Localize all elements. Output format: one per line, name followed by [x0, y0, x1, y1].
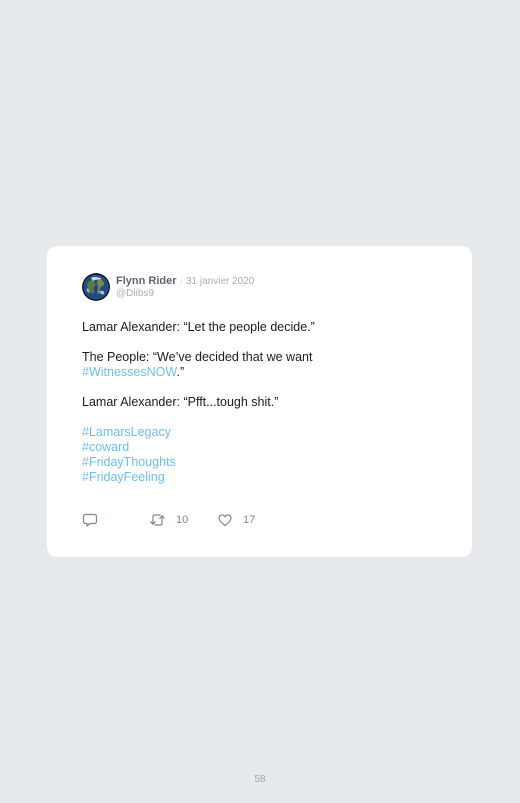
author-line: Flynn Rider · 31 janvier 2020: [116, 275, 254, 288]
reply-icon: [82, 513, 98, 527]
tweet-card: Flynn Rider · 31 janvier 2020 @Diibs9 La…: [47, 246, 472, 557]
hashtag-link[interactable]: #WitnessesNOW: [82, 365, 176, 379]
retweet-count: 10: [176, 514, 189, 526]
heart-icon: [218, 514, 232, 527]
tweet-text: Lamar Alexander: “Let the people decide.…: [82, 320, 442, 485]
hashtag-link[interactable]: #FridayFeeling: [82, 470, 165, 484]
tweet-line-suffix: .”: [176, 365, 185, 379]
avatar[interactable]: [82, 273, 110, 301]
tweet-date[interactable]: 31 janvier 2020: [186, 276, 254, 287]
hashtag-link[interactable]: #FridayThoughts: [82, 455, 176, 469]
author-handle[interactable]: @Diibs9: [116, 288, 154, 300]
retweet-icon: [150, 514, 165, 526]
reply-button[interactable]: [82, 512, 98, 528]
earth-avatar-icon: [82, 273, 110, 301]
like-button[interactable]: 17: [217, 512, 255, 528]
tweet-line: Lamar Alexander: “Pfft...tough shit.”: [82, 395, 279, 409]
tweet-line: The People: “We’ve decided that we want #…: [82, 350, 442, 380]
hashtag-link[interactable]: #LamarsLegacy: [82, 425, 171, 439]
hashtag-list: #LamarsLegacy #coward #FridayThoughts #Frid…: [82, 425, 442, 485]
separator-dot: ·: [179, 276, 183, 287]
tweet-line: Lamar Alexander: “Let the people decide.…: [82, 320, 315, 334]
tweet-line-prefix: The People: “We’ve decided that we want: [82, 350, 313, 364]
like-count: 17: [243, 514, 256, 526]
retweet-button[interactable]: 10: [149, 512, 188, 528]
hashtag-link[interactable]: #coward: [82, 440, 129, 454]
author-name[interactable]: Flynn Rider: [116, 275, 177, 287]
page-number: 58: [254, 774, 266, 785]
